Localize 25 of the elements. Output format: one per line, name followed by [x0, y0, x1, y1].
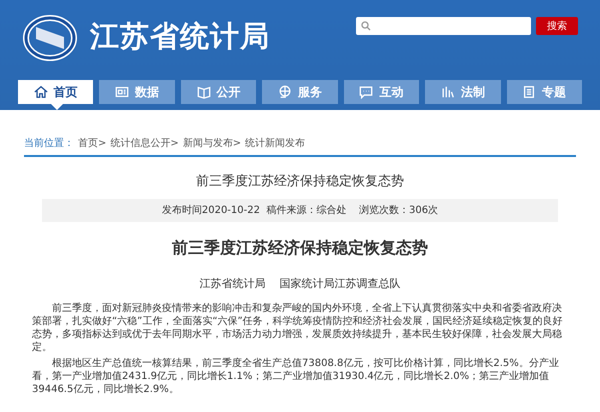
article-heading: 前三季度江苏经济保持稳定恢复态势: [171, 236, 429, 258]
document-icon: [522, 85, 536, 99]
search-button[interactable]: 搜索: [536, 17, 578, 35]
article-paragraph: 前三季度，面对新冠肺炎疫情带来的影响冲击和复杂严峻的国内外环境，全省上下认真贯彻落实中央和省委省政府决策部署，扎实做好“六稳”工作，全面落实“六保”任务，科学统筹疫情防控和经济社会发展，国民经济延续稳定恢复的良好态势，多项指标达到或优于去年同期水平，市场活力动力增强，发展质效持续提升，基本民生较好保障，社会发展大局稳定。: [32, 302, 564, 354]
breadcrumb-link[interactable]: 统计信息公开>: [110, 136, 179, 151]
books-icon: [440, 85, 455, 99]
home-icon: [34, 85, 48, 99]
site-title: 江苏省统计局: [90, 22, 270, 51]
author-name: 国家统计局江苏调查总队: [280, 276, 400, 292]
tab-pointer-icon: [51, 104, 63, 110]
chat-icon: [359, 85, 374, 99]
globe-icon: [278, 85, 292, 99]
breadcrumb-label: 当前位置：: [24, 136, 74, 151]
newspaper-icon: [115, 85, 130, 99]
article-meta: 发布时间2020-10-22 稿件来源：综合处 浏览次数：306次: [42, 198, 558, 222]
search-icon: [361, 21, 371, 31]
breadcrumb-link[interactable]: 新闻与发布>: [182, 136, 242, 151]
book-icon: [196, 85, 211, 99]
article-title: 前三季度江苏经济保持稳定恢复态势: [195, 173, 405, 191]
breadcrumb-link[interactable]: 统计新闻发布: [245, 136, 306, 151]
author-name: 江苏省统计局: [200, 276, 266, 292]
article-paragraph: 根据地区生产总值统一核算结果，前三季度全省生产总值73808.8亿元，按可比价格计算，同比增长2.5%。分产业看，第一产业增加值2431.9亿元，同比增长1.1%；第二产业增加值31930.4亿元，同比增长2.0%；第三产业增加值39446.5亿元，同比增长2.9%。: [32, 357, 560, 396]
logo-icon: [22, 13, 78, 63]
breadcrumb-link[interactable]: 首页>: [78, 136, 106, 151]
search-field[interactable]: [356, 17, 531, 35]
